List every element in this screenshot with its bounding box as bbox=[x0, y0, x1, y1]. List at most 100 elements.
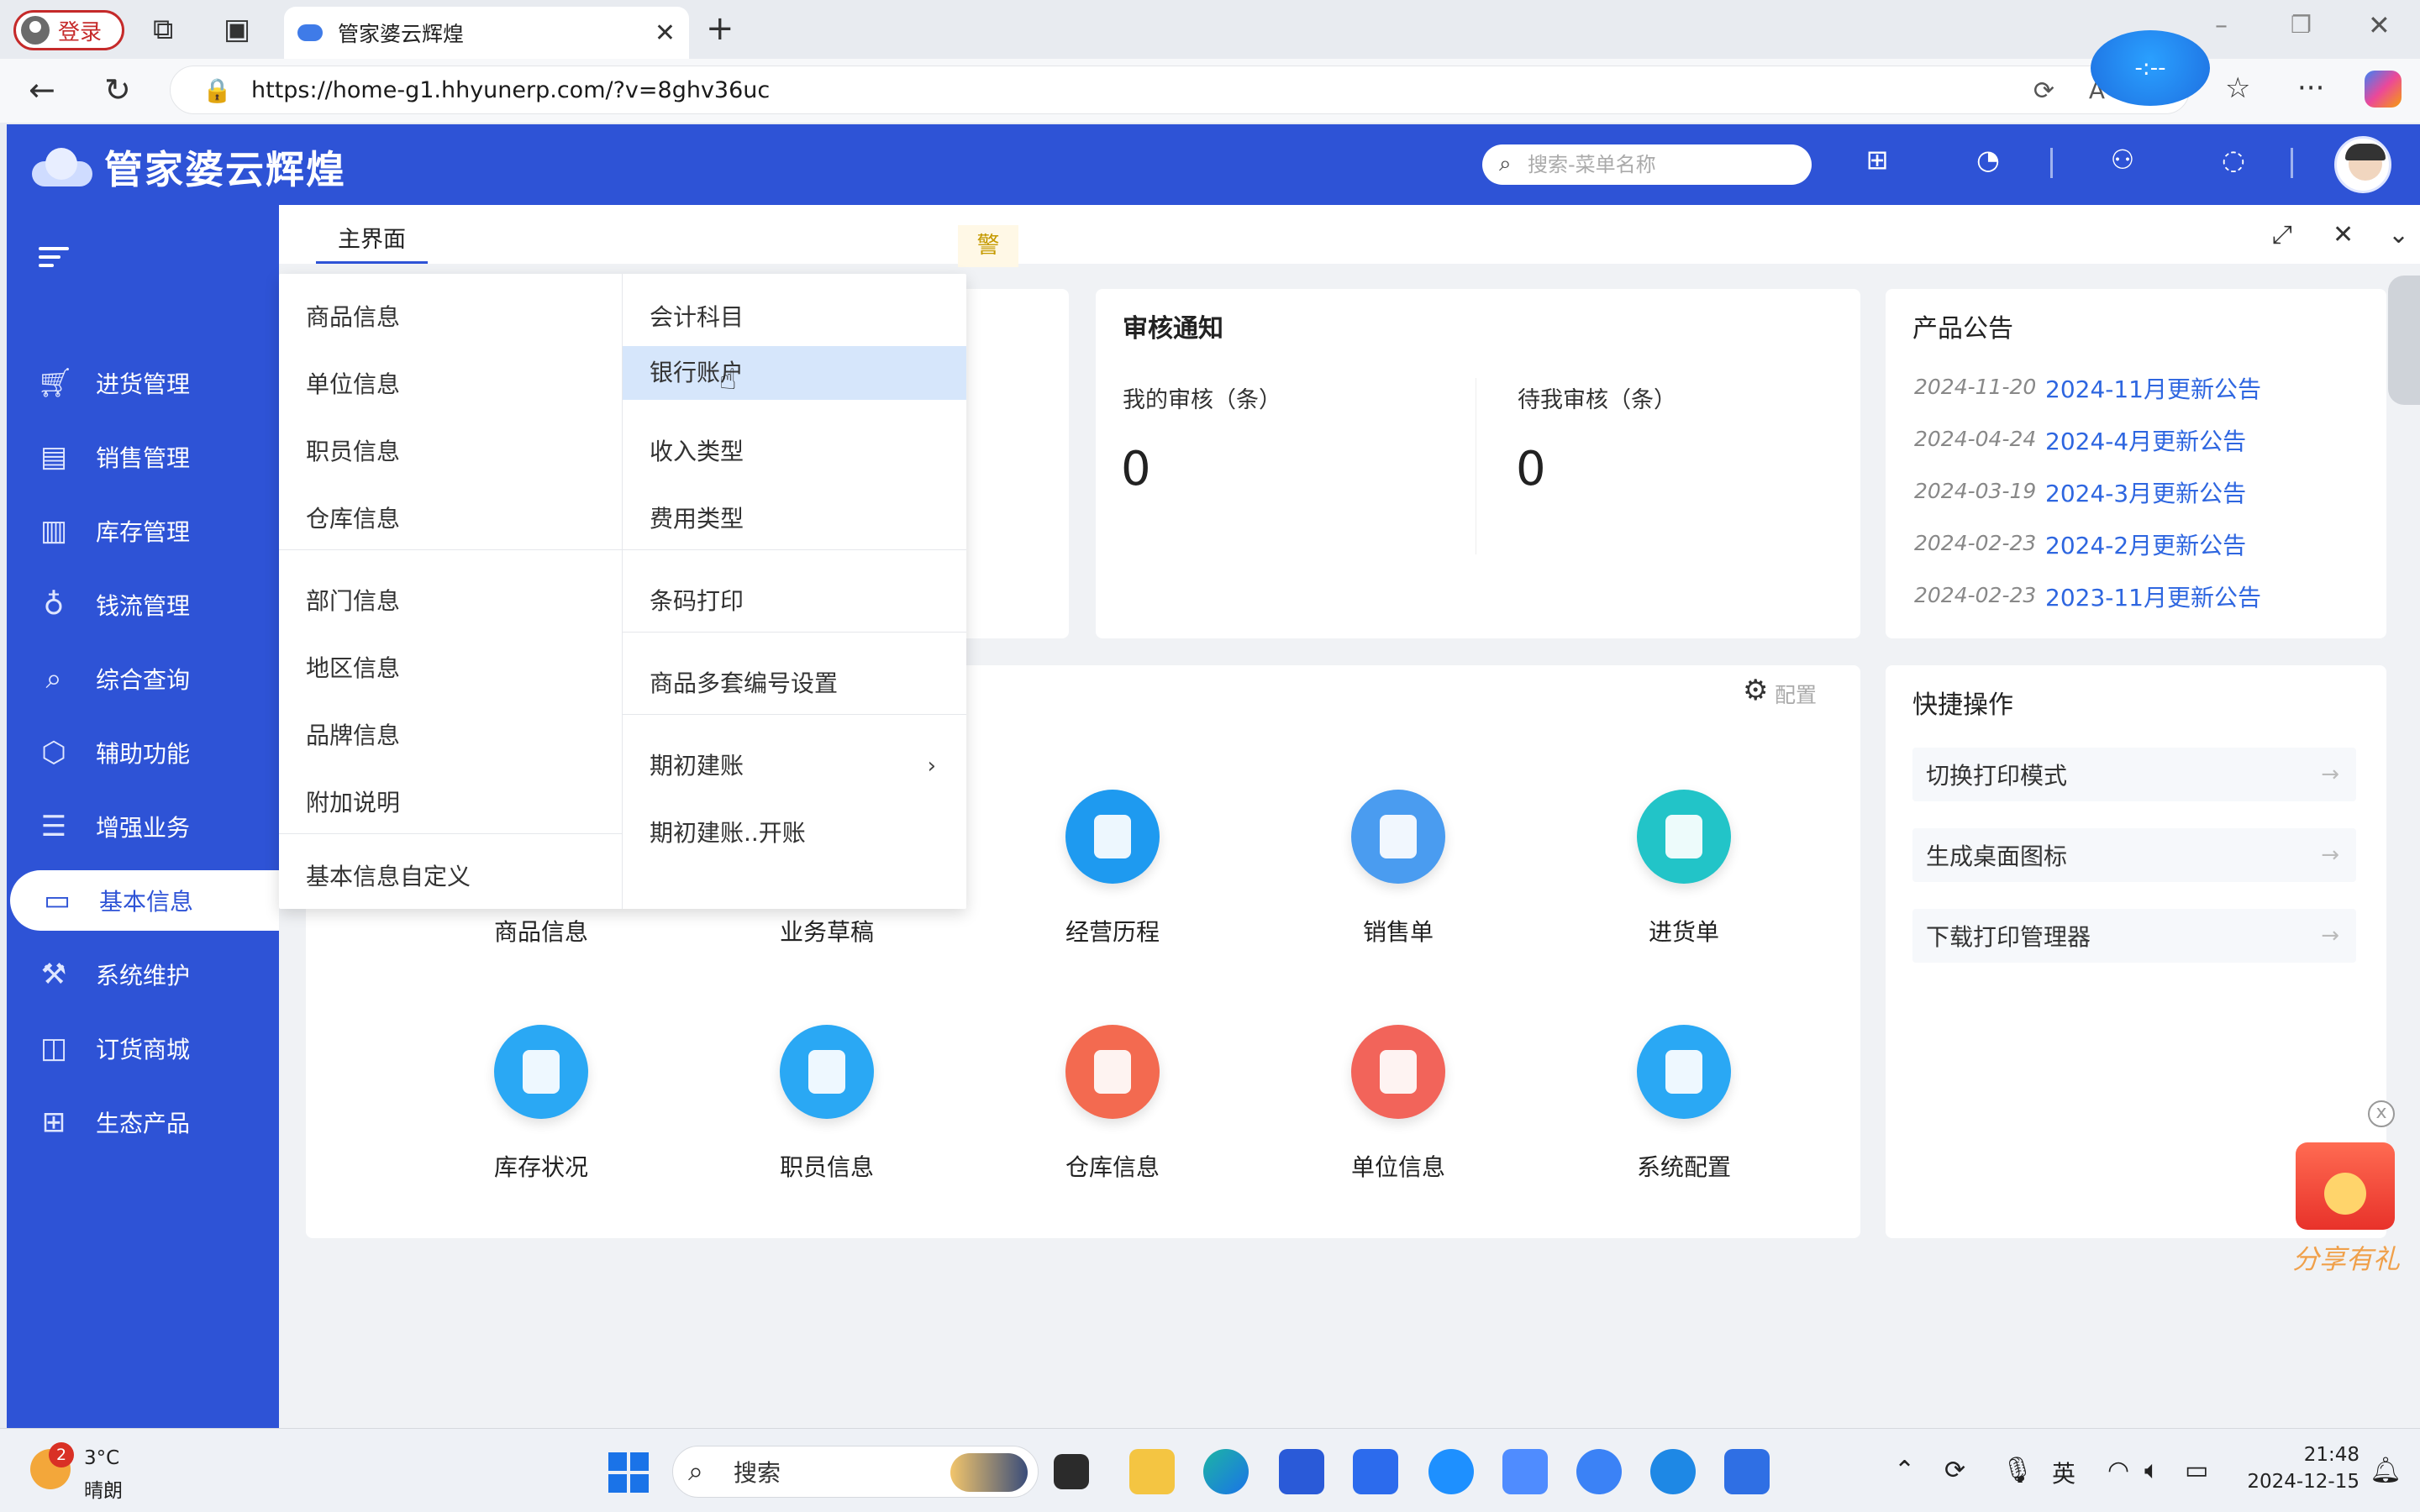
warning-chip[interactable]: 警 bbox=[958, 225, 1018, 267]
shortcut-tile[interactable]: 进货单 bbox=[1600, 790, 1768, 948]
menu-item-custom-basic-info[interactable]: 基本信息自定义 bbox=[279, 850, 622, 904]
menu-item-additional-notes[interactable]: 附加说明 bbox=[279, 776, 622, 830]
sidebar-item-ecosystem[interactable]: ⊞ 生态产品 bbox=[7, 1092, 279, 1152]
edge-browser-icon[interactable] bbox=[1203, 1449, 1249, 1494]
myhp-icon[interactable] bbox=[1353, 1449, 1398, 1494]
volume-icon[interactable]: 🔈︎ bbox=[2144, 1456, 2160, 1485]
copilot-app-icon[interactable] bbox=[1502, 1449, 1548, 1494]
reload-tab-icon[interactable]: ⟳ bbox=[2033, 76, 2054, 106]
message-icon[interactable]: ◌ bbox=[2217, 143, 2250, 176]
support-headset-icon[interactable]: ◔ bbox=[1971, 143, 2005, 176]
help-icon[interactable] bbox=[1428, 1449, 1474, 1494]
battery-icon[interactable]: ▭ bbox=[2185, 1456, 2208, 1485]
refresh-icon[interactable]: ↻ bbox=[104, 74, 131, 106]
menu-item-income-types[interactable]: 收入类型 bbox=[623, 425, 966, 479]
menu-item-region-info[interactable]: 地区信息 bbox=[279, 642, 622, 696]
store-icon[interactable] bbox=[1279, 1449, 1324, 1494]
app-icon[interactable] bbox=[1724, 1449, 1770, 1494]
collections-icon[interactable]: ⧉ bbox=[153, 15, 173, 44]
sidebar-item-shop[interactable]: ◫ 订货商城 bbox=[7, 1018, 279, 1079]
minimize-window-icon[interactable]: – bbox=[2215, 13, 2228, 39]
apps-grid-icon[interactable]: ⊞ bbox=[1860, 143, 1894, 176]
shortcut-tile[interactable]: 单位信息 bbox=[1314, 1025, 1482, 1183]
close-window-icon[interactable]: ✕ bbox=[2368, 12, 2391, 39]
menu-item-bank-accounts[interactable]: 银行账户 bbox=[623, 346, 966, 400]
shortcut-tile[interactable]: 库存状况 bbox=[457, 1025, 625, 1183]
menu-search-box[interactable]: ⌕ bbox=[1482, 144, 1812, 185]
fullscreen-icon[interactable]: ⤢ bbox=[2272, 220, 2292, 249]
url-input[interactable]: 🔒 https://home-g1.hhyunerp.com/?v=8ghv36… bbox=[170, 66, 2190, 114]
gear-icon[interactable]: ⚙ bbox=[1743, 674, 1768, 707]
user-avatar[interactable] bbox=[2334, 136, 2391, 193]
shortcut-tile[interactable]: 职员信息 bbox=[743, 1025, 911, 1183]
chat-app-icon[interactable] bbox=[1650, 1449, 1696, 1494]
announcement-link[interactable]: 2024-11月更新公告 bbox=[2045, 371, 2261, 405]
my-audit-count[interactable]: 0 bbox=[1121, 442, 1151, 496]
menu-item-department-info[interactable]: 部门信息 bbox=[279, 575, 622, 628]
announcement-link[interactable]: 2024-4月更新公告 bbox=[2045, 423, 2246, 457]
wifi-icon[interactable]: ◠ bbox=[2107, 1456, 2129, 1485]
share-gift-label[interactable]: 分享有礼 bbox=[2292, 1238, 2400, 1277]
taskbar-search[interactable]: ⌕ 搜索 bbox=[672, 1446, 1039, 1498]
menu-item-multi-code-settings[interactable]: 商品多套编号设置 bbox=[623, 657, 966, 711]
microphone-icon[interactable]: 🎙︎ bbox=[2002, 1456, 2033, 1485]
menu-item-barcode-print[interactable]: 条码打印 bbox=[623, 575, 966, 628]
menu-item-brand-info[interactable]: 品牌信息 bbox=[279, 709, 622, 763]
login-button[interactable]: 登录 bbox=[13, 10, 124, 50]
sidebar-item-inventory[interactable]: ▥ 库存管理 bbox=[7, 501, 279, 561]
sidebar-item-maintenance[interactable]: ⚒ 系统维护 bbox=[7, 944, 279, 1005]
sidebar-item-query[interactable]: ⌕ 综合查询 bbox=[7, 648, 279, 709]
close-tab-icon[interactable]: ✕ bbox=[655, 18, 676, 48]
ime-indicator[interactable]: 英 bbox=[2052, 1456, 2075, 1489]
system-clock[interactable]: 21:48 2024-12-15 bbox=[2235, 1444, 2360, 1493]
task-view-icon[interactable] bbox=[1054, 1454, 1089, 1489]
more-options-icon[interactable]: ··· bbox=[2297, 74, 2324, 102]
sidebar-item-sales[interactable]: ▤ 销售管理 bbox=[7, 427, 279, 487]
quick-action-button[interactable]: 下载打印管理器 → bbox=[1912, 909, 2356, 963]
menu-item-unit-info[interactable]: 单位信息 bbox=[279, 358, 622, 412]
user-service-icon[interactable]: ⚇ bbox=[2106, 143, 2139, 176]
restore-window-icon[interactable]: ❐ bbox=[2291, 13, 2312, 37]
shortcut-tile[interactable]: 销售单 bbox=[1314, 790, 1482, 948]
gift-box-icon[interactable] bbox=[2296, 1142, 2395, 1230]
notification-bell-icon[interactable]: 🔔︎ bbox=[2370, 1456, 2402, 1485]
favorites-icon[interactable]: ☆ bbox=[2225, 74, 2250, 102]
menu-item-employee-info[interactable]: 职员信息 bbox=[279, 425, 622, 479]
tab-main[interactable]: 主界面 bbox=[316, 223, 428, 264]
menu-search-input[interactable] bbox=[1528, 153, 1797, 176]
announcement-link[interactable]: 2024-3月更新公告 bbox=[2045, 475, 2246, 509]
menu-item-opening-setup-start[interactable]: 期初建账..开账 bbox=[623, 806, 966, 860]
file-explorer-icon[interactable] bbox=[1129, 1449, 1175, 1494]
menu-item-expense-types[interactable]: 费用类型 bbox=[623, 492, 966, 546]
menu-item-accounting-subjects[interactable]: 会计科目 bbox=[623, 291, 966, 344]
close-tabs-icon[interactable]: ✕ bbox=[2333, 220, 2354, 249]
announcement-link[interactable]: 2023-11月更新公告 bbox=[2045, 580, 2261, 613]
side-scroll-handle[interactable] bbox=[2388, 276, 2420, 405]
copilot-icon[interactable] bbox=[2365, 71, 2402, 108]
menu-item-opening-setup[interactable]: 期初建账 › bbox=[623, 739, 966, 793]
shortcut-tile[interactable]: 仓库信息 bbox=[1028, 1025, 1197, 1183]
shortcut-tile[interactable]: 系统配置 bbox=[1600, 1025, 1768, 1183]
back-icon[interactable]: ← bbox=[29, 74, 55, 106]
menu-item-warehouse-info[interactable]: 仓库信息 bbox=[279, 492, 622, 546]
sidebar-item-purchase[interactable]: 🛒︎ 进货管理 bbox=[7, 353, 279, 413]
tab-list-chevron-icon[interactable]: ⌄ bbox=[2388, 220, 2409, 249]
sidebar-item-enhanced[interactable]: ☰ 增强业务 bbox=[7, 796, 279, 857]
sidebar-item-cashflow[interactable]: ♁ 钱流管理 bbox=[7, 575, 279, 635]
config-link[interactable]: 配置 bbox=[1775, 679, 1817, 709]
shortcut-tile[interactable]: 经营历程 bbox=[1028, 790, 1197, 948]
quick-action-button[interactable]: 生成桌面图标 → bbox=[1912, 828, 2356, 882]
announcement-link[interactable]: 2024-2月更新公告 bbox=[2045, 528, 2246, 561]
quick-action-button[interactable]: 切换打印模式 → bbox=[1912, 748, 2356, 801]
menu-item-product-info[interactable]: 商品信息 bbox=[279, 291, 622, 344]
pending-audit-count[interactable]: 0 bbox=[1516, 442, 1546, 496]
chevron-up-icon[interactable]: ⌃ bbox=[1894, 1456, 1915, 1485]
sidebar-item-basic-info[interactable]: ▭ 基本信息 bbox=[10, 870, 279, 931]
extension-timer-badge[interactable]: -:-- bbox=[2091, 30, 2210, 106]
sync-icon[interactable]: ⟳ bbox=[1944, 1456, 1965, 1485]
sidebar-item-assist[interactable]: ⬡ 辅助功能 bbox=[7, 722, 279, 783]
promo-close-icon[interactable]: x bbox=[2368, 1100, 2395, 1127]
app-icon[interactable] bbox=[1576, 1449, 1622, 1494]
new-tab-button[interactable]: + bbox=[706, 12, 734, 45]
sidebar-collapse-icon[interactable] bbox=[39, 247, 72, 269]
